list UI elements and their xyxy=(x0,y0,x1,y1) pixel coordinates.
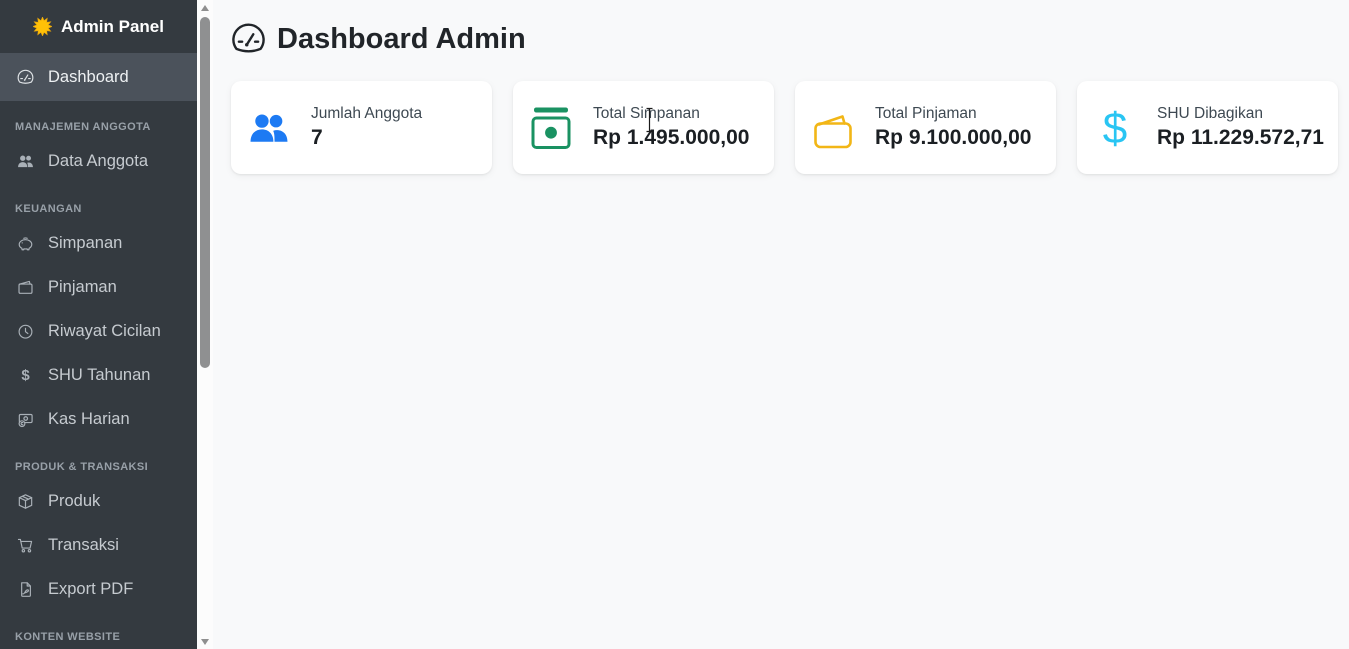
people-icon xyxy=(247,104,291,152)
card-value: Rp 9.100.000,00 xyxy=(875,126,1031,150)
wallet-icon xyxy=(16,279,35,296)
sidebar: Admin Panel Dashboard MANAJEMEN ANGGOTA xyxy=(0,0,197,649)
card-label: Total Simpanan xyxy=(593,105,749,123)
card-label: Total Pinjaman xyxy=(875,105,1031,123)
piggy-bank-icon xyxy=(16,235,35,252)
sidebar-item-label: Simpanan xyxy=(48,234,122,253)
sidebar-item-export-pdf[interactable]: Export PDF xyxy=(0,567,197,611)
cart-icon xyxy=(16,537,35,554)
sidebar-item-kas-harian[interactable]: Kas Harian xyxy=(0,397,197,441)
svg-text:$: $ xyxy=(1103,104,1127,152)
sidebar-item-label: Riwayat Cicilan xyxy=(48,322,161,341)
sidebar-nav: Dashboard MANAJEMEN ANGGOTA Data Anggota… xyxy=(0,53,197,649)
sidebar-item-transaksi[interactable]: Transaksi xyxy=(0,523,197,567)
dollar-icon: $ xyxy=(1093,104,1137,152)
main-content: Dashboard Admin Jumlah Anggota 7 xyxy=(213,0,1349,649)
cash-coin-icon xyxy=(16,411,35,428)
card-shu-dibagikan: $ SHU Dibagikan Rp 11.229.572,71 xyxy=(1077,81,1338,174)
sidebar-item-produk[interactable]: Produk xyxy=(0,479,197,523)
sidebar-item-label: Pinjaman xyxy=(48,278,117,297)
sidebar-item-label: Kas Harian xyxy=(48,410,130,429)
card-label: SHU Dibagikan xyxy=(1157,105,1324,123)
card-jumlah-anggota: Jumlah Anggota 7 xyxy=(231,81,492,174)
scroll-down-arrow-icon[interactable] xyxy=(201,639,209,645)
section-title-konten-website: KONTEN WEBSITE xyxy=(0,631,197,643)
star-burst-icon xyxy=(33,17,52,36)
speedometer-icon xyxy=(16,69,35,86)
sidebar-item-label: SHU Tahunan xyxy=(48,366,150,385)
file-pdf-icon xyxy=(16,581,35,598)
section-title-produk-transaksi: PRODUK & TRANSAKSI xyxy=(0,461,197,473)
sidebar-item-dashboard[interactable]: Dashboard xyxy=(0,53,197,101)
stat-cards: Jumlah Anggota 7 Total Simpanan Rp 1.495… xyxy=(231,81,1338,174)
sidebar-item-label: Produk xyxy=(48,492,100,511)
sidebar-item-label: Transaksi xyxy=(48,536,119,555)
brand-label: Admin Panel xyxy=(61,17,164,37)
box-icon xyxy=(16,493,35,510)
dollar-icon: $ xyxy=(16,368,35,383)
sidebar-item-riwayat-cicilan[interactable]: Riwayat Cicilan xyxy=(0,309,197,353)
cash-stack-icon xyxy=(529,104,573,152)
page-title: Dashboard Admin xyxy=(231,21,1338,58)
card-label: Jumlah Anggota xyxy=(311,105,422,123)
section-title-manajemen-anggota: MANAJEMEN ANGGOTA xyxy=(0,121,197,133)
wallet-icon xyxy=(811,104,855,152)
section-title-keuangan: KEUANGAN xyxy=(0,203,197,215)
card-total-simpanan: Total Simpanan Rp 1.495.000,00 xyxy=(513,81,774,174)
clock-icon xyxy=(16,323,35,340)
card-value: Rp 1.495.000,00 xyxy=(593,126,749,150)
card-total-pinjaman: Total Pinjaman Rp 9.100.000,00 xyxy=(795,81,1056,174)
sidebar-item-simpanan[interactable]: Simpanan xyxy=(0,221,197,265)
sidebar-item-shu-tahunan[interactable]: $ SHU Tahunan xyxy=(0,353,197,397)
scroll-up-arrow-icon[interactable] xyxy=(201,5,209,11)
sidebar-item-label: Dashboard xyxy=(48,68,129,87)
sidebar-item-label: Export PDF xyxy=(48,580,133,599)
sidebar-scrollbar[interactable] xyxy=(197,0,213,649)
sidebar-item-label: Data Anggota xyxy=(48,152,148,171)
speedometer-icon xyxy=(231,22,266,57)
brand[interactable]: Admin Panel xyxy=(0,0,197,53)
sidebar-item-data-anggota[interactable]: Data Anggota xyxy=(0,139,197,183)
card-value: Rp 11.229.572,71 xyxy=(1157,126,1324,150)
scrollbar-thumb[interactable] xyxy=(200,17,210,368)
people-icon xyxy=(16,153,35,170)
card-value: 7 xyxy=(311,126,422,150)
page-title-text: Dashboard Admin xyxy=(277,21,526,58)
sidebar-item-pinjaman[interactable]: Pinjaman xyxy=(0,265,197,309)
